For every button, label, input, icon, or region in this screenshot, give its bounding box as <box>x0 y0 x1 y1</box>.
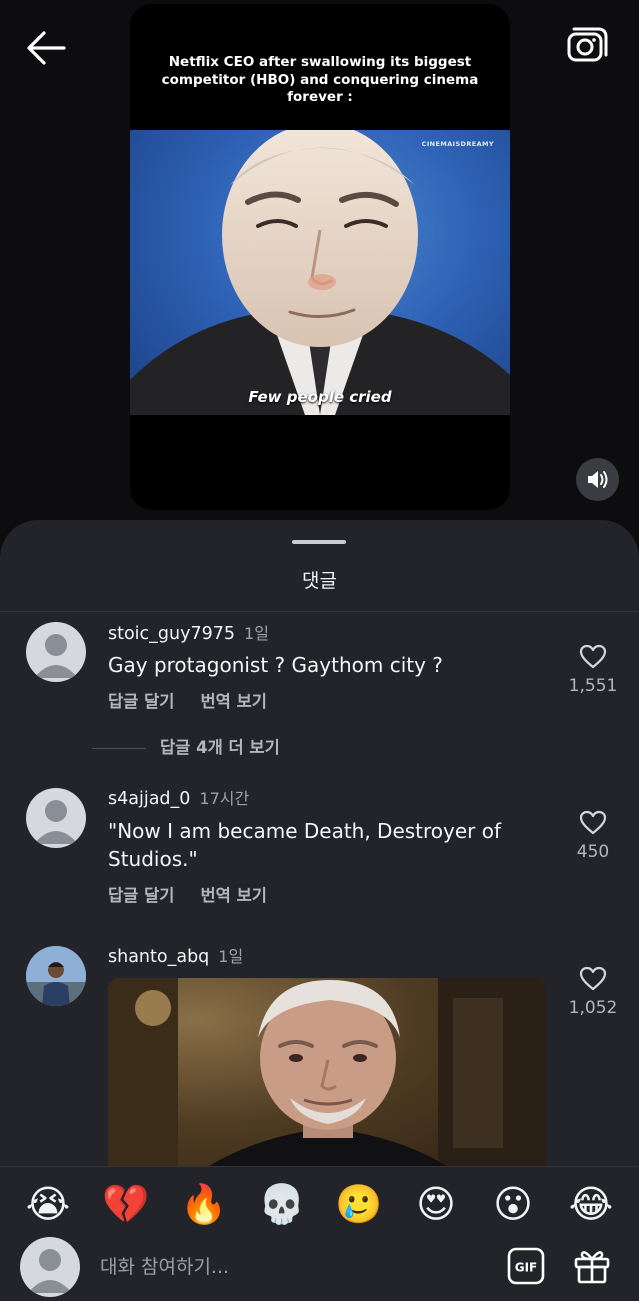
emoji-loudly-crying[interactable]: 😭 <box>25 1181 71 1227</box>
video-area: Netflix CEO after swallowing its biggest… <box>0 0 639 560</box>
divider <box>0 611 639 612</box>
mute-button[interactable] <box>576 458 619 501</box>
emoji-surprised[interactable]: 😮 <box>490 1181 536 1227</box>
reply-line <box>92 748 146 749</box>
heart-outline-icon <box>579 644 607 669</box>
emoji-fire[interactable]: 🔥 <box>180 1181 227 1227</box>
video-watermark: CINEMAISDREAMY <box>421 140 494 148</box>
video-caption: Netflix CEO after swallowing its biggest… <box>161 54 479 105</box>
emoji-skull[interactable]: 💀 <box>258 1181 305 1227</box>
comment-username[interactable]: s4ajjad_0 17시간 <box>108 785 249 809</box>
emoji-broken-heart[interactable]: 💔 <box>102 1181 149 1227</box>
comment-composer: 😭 💔 🔥 💀 🥲 😍 😮 😂 GIF <box>0 1166 639 1301</box>
comment-text: "Now I am became Death, Destroyer of Stu… <box>108 819 502 871</box>
avatar[interactable] <box>26 946 86 1006</box>
back-button[interactable] <box>24 28 70 68</box>
like-button[interactable]: 1,052 <box>562 966 624 1018</box>
translate-button[interactable]: 번역 보기 <box>200 886 266 905</box>
reply-button[interactable]: 답글 달기 <box>108 692 174 711</box>
emoji-heart-eyes[interactable]: 😍 <box>413 1181 459 1227</box>
like-button[interactable]: 1,551 <box>562 644 624 696</box>
sheet-title: 댓글 <box>302 570 337 592</box>
comment-username[interactable]: shanto_abq 1일 <box>108 943 243 967</box>
comment-time: 1일 <box>244 624 269 643</box>
default-avatar-icon <box>34 634 78 678</box>
video-face-image <box>130 130 510 415</box>
gif-button[interactable]: GIF <box>507 1247 545 1285</box>
gift-icon <box>574 1251 610 1284</box>
comment-text: Gay protagonist ? Gaythom city ? <box>108 653 443 677</box>
gif-man-image <box>108 978 546 1188</box>
camera-icon <box>567 27 608 62</box>
username-text[interactable]: s4ajjad_0 <box>108 789 190 809</box>
comment-time: 17시간 <box>199 789 250 808</box>
my-avatar <box>20 1237 80 1297</box>
video-frame: CINEMAISDREAMY Few people cried <box>130 130 510 415</box>
heart-outline-icon <box>579 810 607 835</box>
input-row: GIF <box>0 1237 639 1299</box>
comment-time: 1일 <box>218 947 244 966</box>
avatar[interactable] <box>26 622 86 682</box>
comment-username[interactable]: stoic_guy7975 1일 <box>108 620 269 644</box>
gif-icon: GIF <box>507 1247 545 1285</box>
comment-gif-image[interactable] <box>108 978 546 1188</box>
username-text[interactable]: shanto_abq <box>108 947 209 967</box>
svg-text:GIF: GIF <box>515 1261 538 1275</box>
drag-handle[interactable] <box>292 540 346 544</box>
username-text[interactable]: stoic_guy7975 <box>108 624 235 644</box>
emoji-tears-of-joy[interactable]: 😂 <box>568 1181 614 1227</box>
emoji-smiling-tear[interactable]: 🥲 <box>335 1181 382 1227</box>
like-button[interactable]: 450 <box>562 810 624 862</box>
comment-input[interactable] <box>100 1249 480 1285</box>
translate-button[interactable]: 번역 보기 <box>200 692 266 711</box>
default-avatar-icon <box>34 800 78 844</box>
arrow-left-icon <box>27 31 66 65</box>
video-player[interactable]: Netflix CEO after swallowing its biggest… <box>130 4 510 510</box>
reply-button[interactable]: 답글 달기 <box>108 886 174 905</box>
like-count: 450 <box>576 842 610 862</box>
comment-actions: 답글 달기 번역 보기 <box>108 688 293 712</box>
emoji-quick-bar: 😭 💔 🔥 💀 🥲 😍 😮 😂 <box>0 1181 639 1233</box>
video-subtitle: Few people cried <box>248 388 392 406</box>
speaker-icon <box>588 471 608 488</box>
like-count: 1,052 <box>568 998 618 1018</box>
like-count: 1,551 <box>568 676 618 696</box>
gift-button[interactable] <box>572 1245 612 1285</box>
view-more-replies[interactable]: 답글 4개 더 보기 <box>92 734 280 758</box>
heart-outline-icon <box>579 966 607 991</box>
default-avatar-icon <box>28 1249 72 1293</box>
user-photo-avatar <box>26 946 86 1006</box>
camera-button[interactable] <box>560 24 610 70</box>
more-replies-label[interactable]: 답글 4개 더 보기 <box>160 738 280 757</box>
avatar[interactable] <box>26 788 86 848</box>
comment-actions: 답글 달기 번역 보기 <box>108 882 293 906</box>
